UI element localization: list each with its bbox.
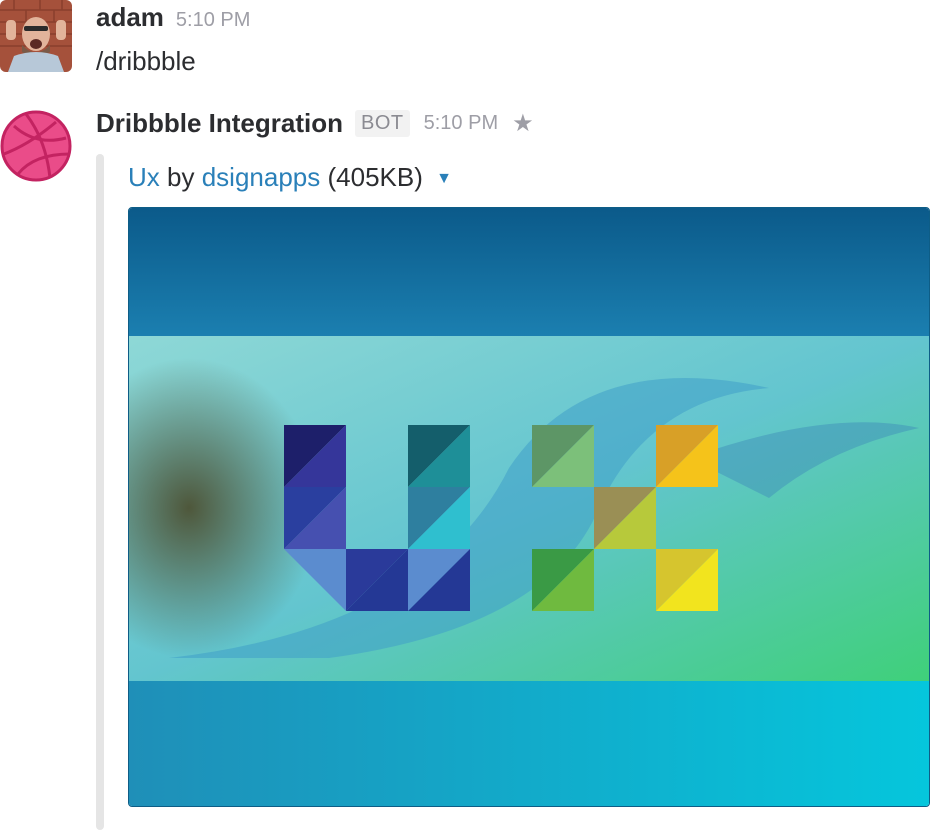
caret-down-icon[interactable]: ▼ [436, 170, 452, 187]
attachment-title: Ux by dsignapps (405KB) ▼ [128, 162, 452, 193]
message-adam: adam 5:10 PM /dribbble [0, 0, 940, 90]
timestamp[interactable]: 5:10 PM [176, 9, 250, 31]
message-dribbble-integration: Dribbble Integration BOT 5:10 PM ★ Ux by… [0, 100, 940, 840]
avatar-photo [0, 0, 72, 72]
shot-image [129, 208, 929, 806]
username[interactable]: adam [96, 2, 164, 32]
attachment-bar [96, 154, 104, 830]
dribbble-avatar[interactable] [0, 110, 72, 182]
user-avatar-adam[interactable] [0, 0, 72, 72]
file-size: (405KB) [327, 162, 423, 192]
star-icon[interactable]: ★ [512, 109, 534, 138]
message-header: Dribbble Integration BOT 5:10 PM ★ [96, 108, 534, 139]
timestamp[interactable]: 5:10 PM [424, 112, 498, 135]
by-label: by [167, 162, 195, 192]
shot-image-preview[interactable] [128, 207, 930, 807]
dribbble-icon [0, 110, 72, 182]
bot-badge: BOT [355, 110, 410, 137]
author-link[interactable]: dsignapps [202, 162, 321, 192]
bot-username[interactable]: Dribbble Integration [96, 108, 343, 139]
message-text: /dribbble [96, 46, 196, 76]
message-header: adam 5:10 PM [96, 2, 250, 33]
shot-title-link[interactable]: Ux [128, 162, 160, 192]
